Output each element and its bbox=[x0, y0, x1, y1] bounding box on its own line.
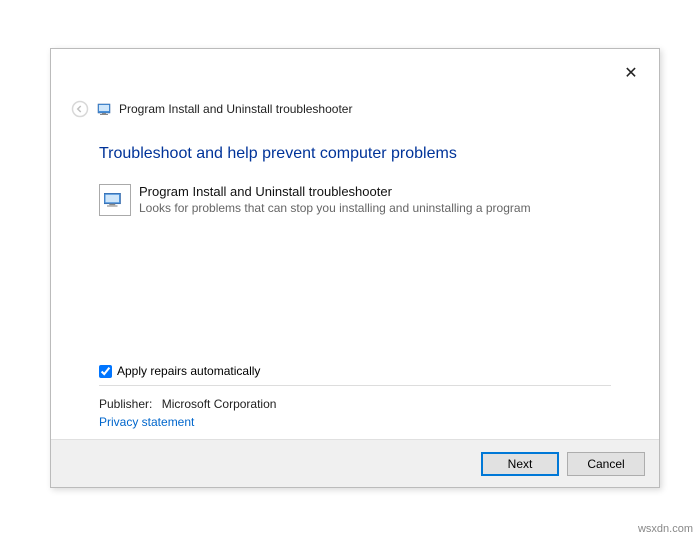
header-row: Program Install and Uninstall troublesho… bbox=[69, 99, 641, 119]
troubleshooter-icon bbox=[99, 184, 131, 216]
apply-repairs-row[interactable]: Apply repairs automatically bbox=[99, 364, 611, 378]
troubleshooter-window: ✕ Program Install and Uninstall troubles… bbox=[50, 48, 660, 488]
close-button[interactable]: ✕ bbox=[621, 63, 641, 83]
back-button[interactable] bbox=[69, 98, 91, 120]
troubleshooter-text: Program Install and Uninstall troublesho… bbox=[139, 184, 531, 216]
apply-repairs-label: Apply repairs automatically bbox=[117, 364, 260, 378]
watermark: wsxdn.com bbox=[638, 523, 693, 535]
main-heading: Troubleshoot and help prevent computer p… bbox=[99, 145, 457, 163]
publisher-row: Publisher: Microsoft Corporation bbox=[99, 397, 276, 411]
close-icon: ✕ bbox=[624, 63, 637, 83]
button-bar: Next Cancel bbox=[51, 439, 659, 487]
next-button[interactable]: Next bbox=[481, 452, 559, 476]
back-arrow-icon bbox=[71, 100, 89, 118]
window-title: Program Install and Uninstall troublesho… bbox=[119, 102, 352, 116]
troubleshooter-title: Program Install and Uninstall troublesho… bbox=[139, 184, 531, 201]
troubleshooter-description: Looks for problems that can stop you ins… bbox=[139, 201, 531, 217]
apply-repairs-checkbox[interactable] bbox=[99, 365, 112, 378]
publisher-value: Microsoft Corporation bbox=[162, 397, 277, 411]
troubleshooter-item: Program Install and Uninstall troublesho… bbox=[99, 184, 611, 216]
privacy-statement-link[interactable]: Privacy statement bbox=[99, 415, 194, 429]
publisher-label: Publisher: bbox=[99, 397, 152, 411]
cancel-button[interactable]: Cancel bbox=[567, 452, 645, 476]
troubleshooter-header-icon bbox=[97, 101, 113, 117]
divider bbox=[99, 385, 611, 386]
